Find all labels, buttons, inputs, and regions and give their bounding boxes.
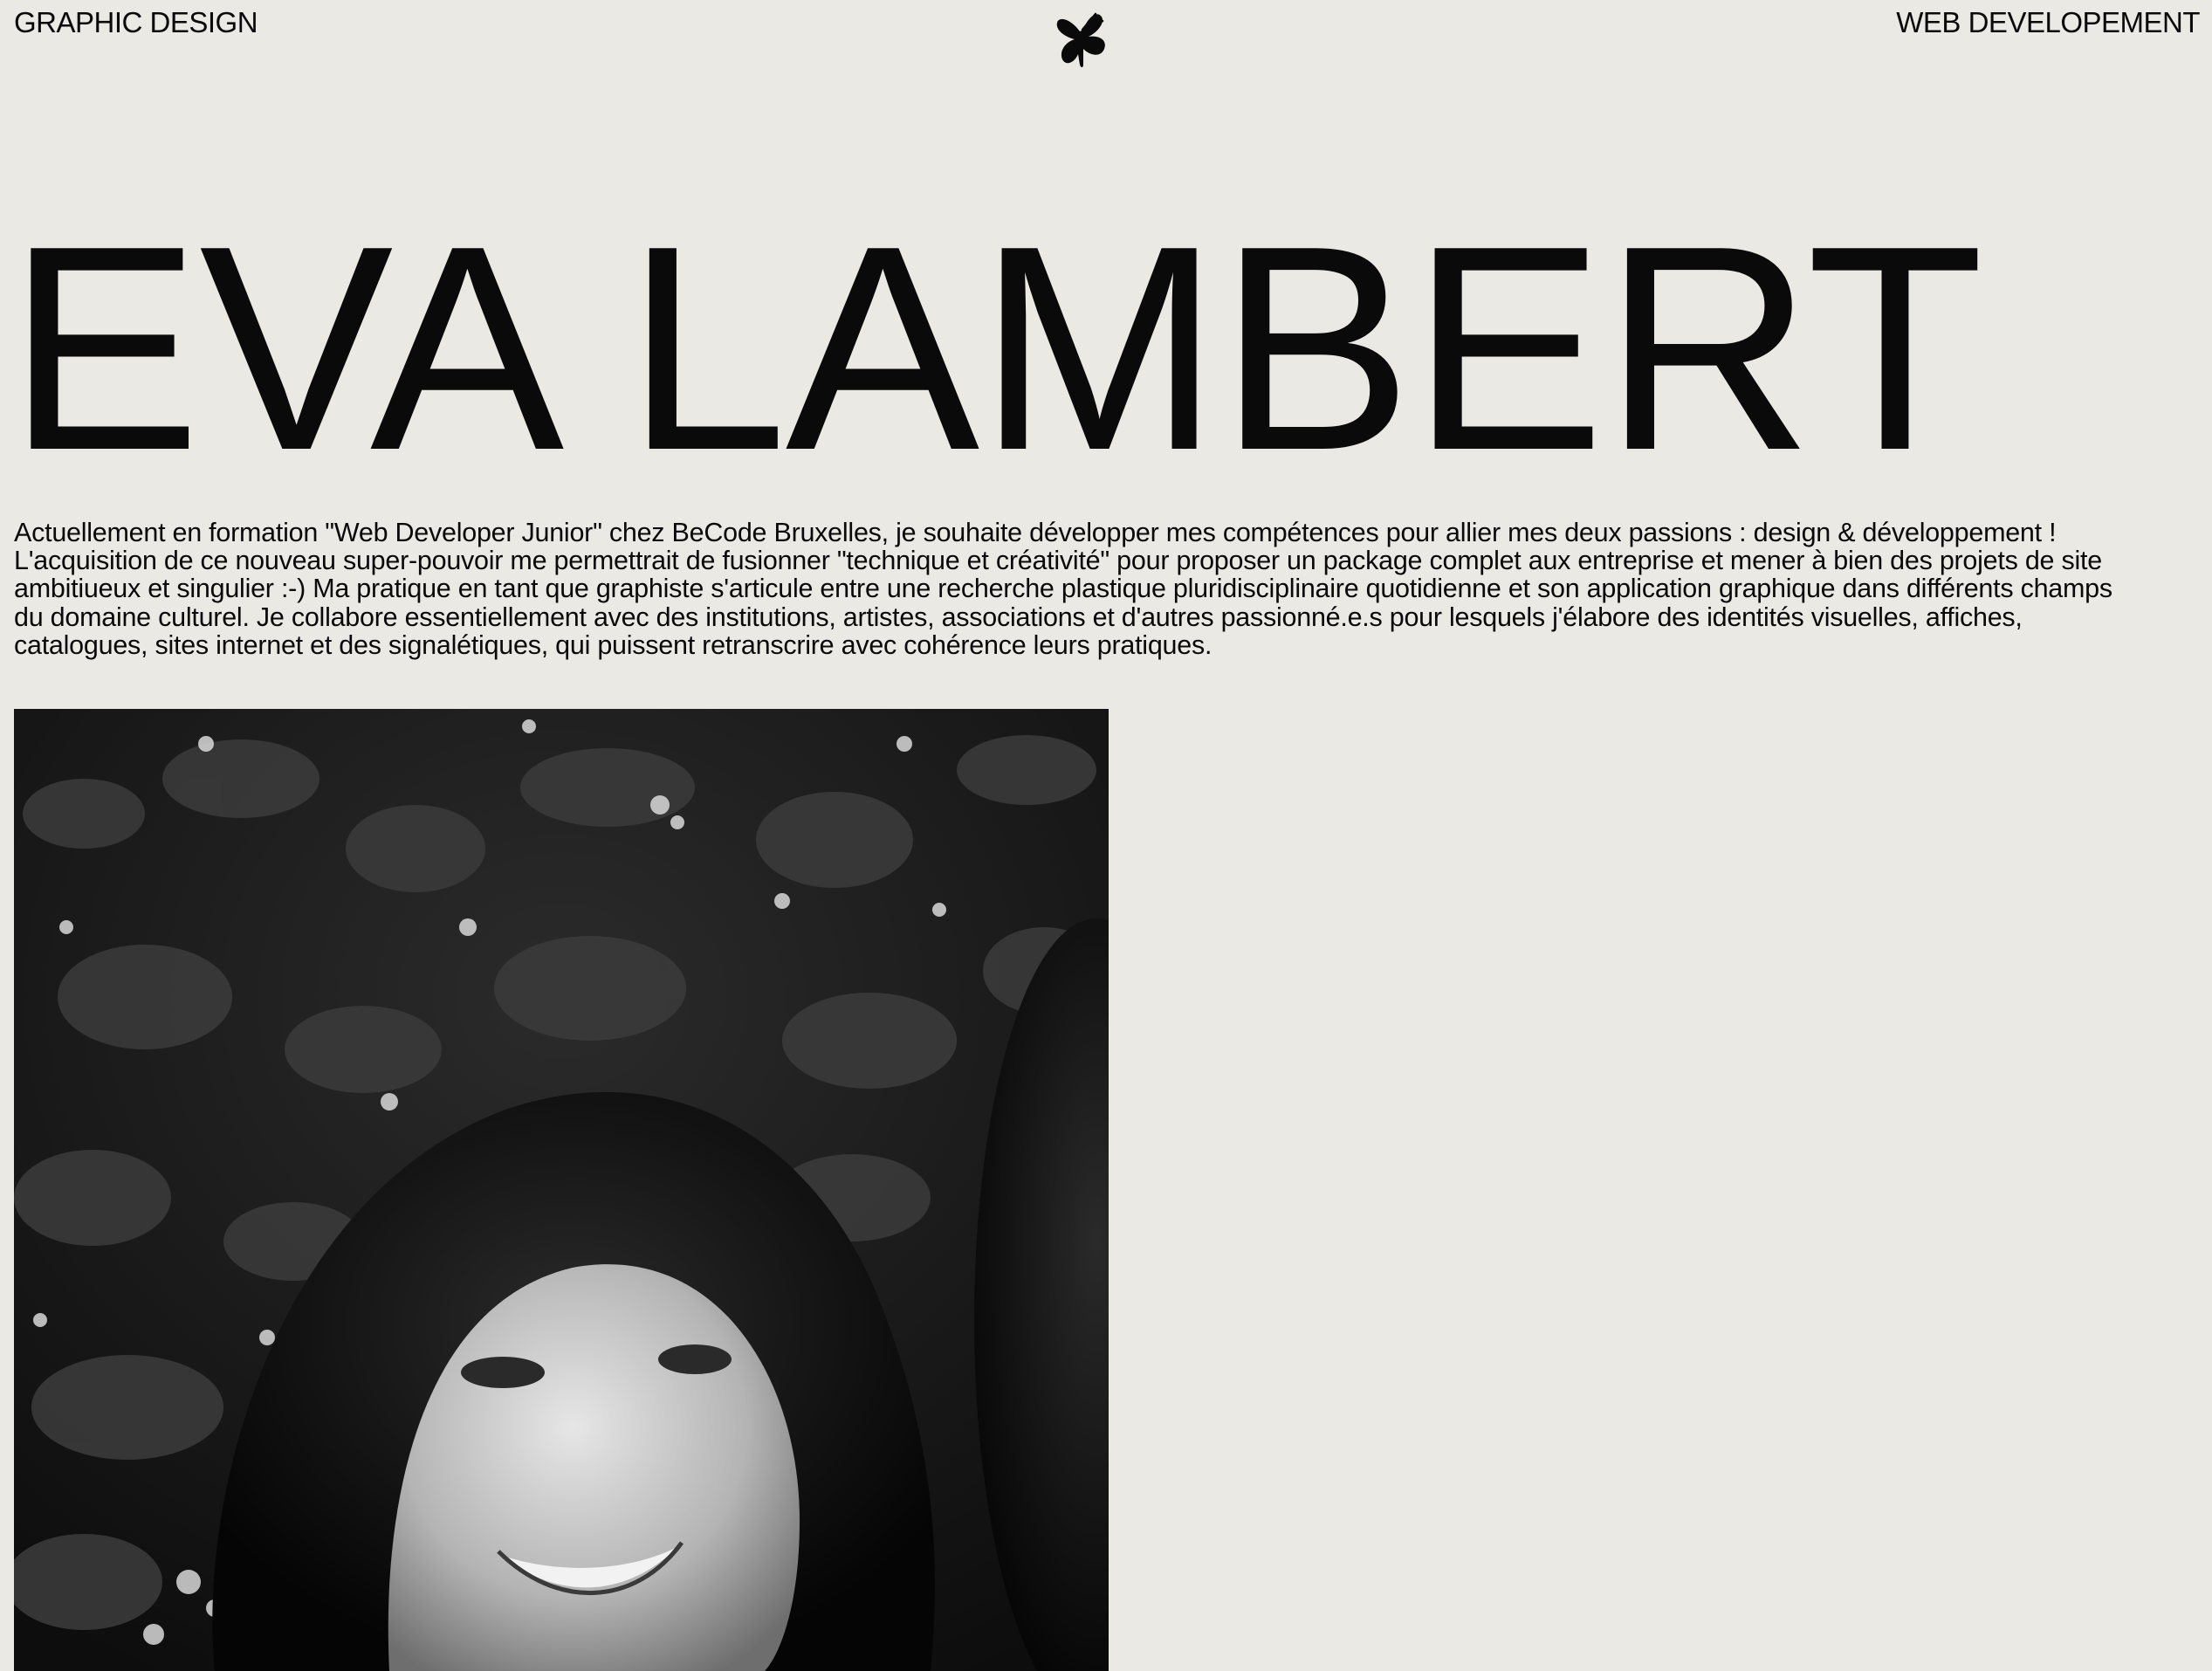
- bio-paragraph: Actuellement en formation "Web Developer…: [14, 518, 2112, 660]
- nav-link-graphic-design[interactable]: GRAPHIC DESIGN: [14, 5, 258, 40]
- hero-name-title: EVA LAMBERT: [7, 185, 1984, 511]
- portrait-photo: [14, 709, 1109, 1671]
- nav-link-web-development[interactable]: WEB DEVELOPEMENT: [1896, 5, 2200, 40]
- butterfly-icon: [1056, 12, 1105, 67]
- home-logo-link[interactable]: [1054, 10, 1111, 72]
